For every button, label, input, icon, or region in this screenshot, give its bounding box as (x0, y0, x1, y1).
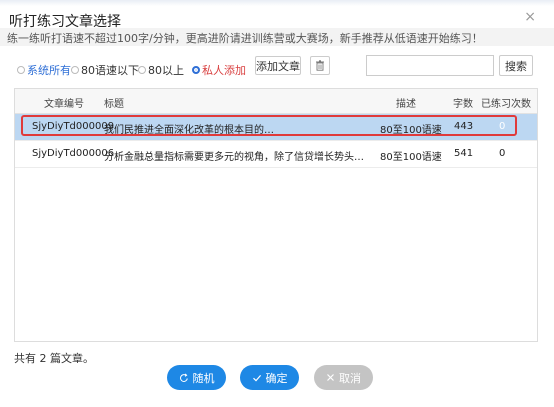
cancel-label: 取消 (339, 371, 361, 385)
table-header: 文章编号 标题 描述 字数 已练习次数 (15, 89, 537, 114)
column-header: 字数 (453, 99, 473, 110)
tip-text: 练一练听打语速不超过100字/分钟，更高进阶请进训练营或大赛场，新手推荐从低语速… (7, 32, 483, 45)
confirm-button[interactable]: 确定 (240, 365, 299, 390)
search-input[interactable] (366, 55, 494, 76)
filter-system-all[interactable]: 系统所有 (17, 62, 71, 78)
filter-label: 80语速以下 (81, 64, 139, 77)
tip-bar: 练一练听打语速不超过100字/分钟，更高进阶请进训练营或大赛场，新手推荐从低语速… (0, 28, 554, 46)
filter-private[interactable]: 私人添加 (192, 62, 246, 78)
delete-button[interactable] (310, 56, 330, 75)
add-article-button[interactable]: 添加文章 (255, 56, 301, 75)
column-header: 已练习次数 (481, 99, 531, 110)
radio-icon[interactable] (192, 66, 200, 74)
cancel-button[interactable]: 取消 (314, 365, 373, 390)
filter-label: 私人添加 (202, 64, 246, 77)
close-icon (327, 374, 334, 381)
column-header: 标题 (104, 99, 124, 110)
filter-below-80[interactable]: 80语速以下 (71, 62, 139, 78)
search-button[interactable]: 搜索 (499, 55, 533, 76)
refresh-icon (179, 373, 188, 382)
random-button[interactable]: 随机 (167, 365, 226, 390)
trash-icon (316, 60, 324, 71)
article-id: SjyDiyTd000006 (32, 148, 115, 159)
article-words: 541 (454, 148, 474, 159)
radio-icon[interactable] (71, 66, 79, 74)
article-practiced: 0 (499, 148, 506, 159)
random-label: 随机 (192, 371, 215, 385)
column-header: 文章编号 (44, 99, 84, 110)
selection-highlight (21, 115, 517, 136)
confirm-label: 确定 (265, 371, 288, 385)
filter-label: 系统所有 (27, 64, 71, 77)
top-strip (0, 0, 554, 6)
radio-icon[interactable] (138, 66, 146, 74)
table-row[interactable]: SjyDiyTd000006 分析金融总量指标需要更多元的视角，除了信贷增长势头… (15, 141, 537, 168)
filter-label: 80以上 (148, 64, 184, 77)
radio-icon[interactable] (17, 66, 25, 74)
article-title: 分析金融总量指标需要更多元的视角，除了信贷增长势头… (104, 152, 364, 163)
filter-above-80[interactable]: 80以上 (138, 62, 184, 78)
close-icon[interactable]: × (524, 9, 536, 25)
article-count: 共有 2 篇文章。 (14, 352, 94, 365)
article-desc: 80至100语速 (380, 152, 442, 163)
column-header: 描述 (396, 99, 416, 110)
check-icon (252, 374, 261, 381)
